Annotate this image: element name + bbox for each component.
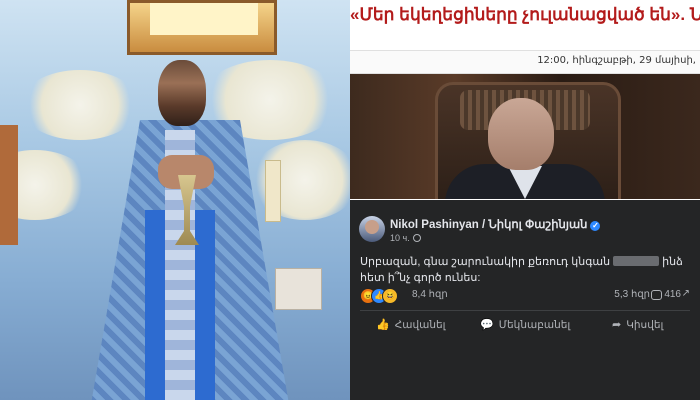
article-datetime: 12:00, հինգշաբթի, 29 մայիսի, (537, 55, 696, 66)
author-avatar[interactable] (359, 216, 385, 242)
facebook-post: Nikol Pashinyan / Նիկոլ Փաշինյան ✓ 10 ч. … (350, 200, 700, 400)
priest-head (158, 60, 206, 126)
post-time-label[interactable]: 10 ч. (390, 233, 410, 243)
share-button-label: Կիսվել (626, 319, 664, 331)
man-head (488, 98, 554, 170)
altar (275, 268, 322, 310)
speech-bubble-icon: 💬 (480, 319, 494, 331)
haha-icon: 😆 (382, 288, 398, 304)
reaction-count[interactable]: 8,4 հզր (412, 289, 448, 300)
comment-count[interactable]: 5,3 հզր (614, 289, 650, 300)
post-text-part1: Սրբազան, գնա շարունակիր քեռուդ կնգան (360, 256, 611, 268)
share-count[interactable]: 416 (664, 289, 681, 300)
news-panel: «Մեր եկեղեցիները չուլանացված են». Նիկոլ … (350, 0, 700, 400)
comment-button[interactable]: 💬 Մեկնաբանել (480, 318, 570, 331)
share-count-icon: ↗ (681, 288, 690, 299)
candle (265, 160, 281, 222)
post-text: Սրբազան, գնա շարունակիր քեռուդ կնգան ինձ … (360, 254, 690, 286)
author-name[interactable]: Nikol Pashinyan / Նիկոլ Փաշինյան (390, 219, 587, 231)
article-headline[interactable]: «Մեր եկեղեցիները չուլանացված են». Նիկոլ … (350, 0, 700, 50)
like-button[interactable]: 👍 Հավանել (376, 318, 446, 331)
priest-photo (0, 0, 350, 400)
reactions-row[interactable]: 😠 👍 😆 8,4 հզր 5,3 հզր 416 ↗ (360, 288, 690, 304)
like-button-label: Հավանել (394, 319, 446, 331)
verified-badge-icon: ✓ (590, 221, 601, 231)
article-meta-bar: 12:00, հինգշաբթի, 29 մայիսի, (350, 50, 700, 74)
pashinyan-video-frame[interactable] (350, 74, 700, 199)
thumbs-up-icon: 👍 (376, 319, 390, 331)
comment-count-icon (651, 290, 662, 300)
globe-icon (412, 234, 421, 242)
wooden-pillar (0, 125, 18, 245)
redacted-word (613, 256, 660, 266)
share-arrow-icon: ➦ (612, 319, 622, 331)
post-time[interactable]: 10 ч. (390, 233, 421, 243)
church-lamp (127, 0, 277, 55)
cloud-decoration (20, 70, 140, 140)
share-button[interactable]: ➦ Կիսվել (612, 318, 663, 331)
comment-button-label: Մեկնաբանել (498, 319, 571, 331)
post-author[interactable]: Nikol Pashinyan / Նիկոլ Փաշինյան ✓ (390, 217, 601, 231)
post-actions: 👍 Հավանել 💬 Մեկնաբանել ➦ Կիսվել (350, 314, 700, 338)
actions-divider (360, 310, 690, 311)
